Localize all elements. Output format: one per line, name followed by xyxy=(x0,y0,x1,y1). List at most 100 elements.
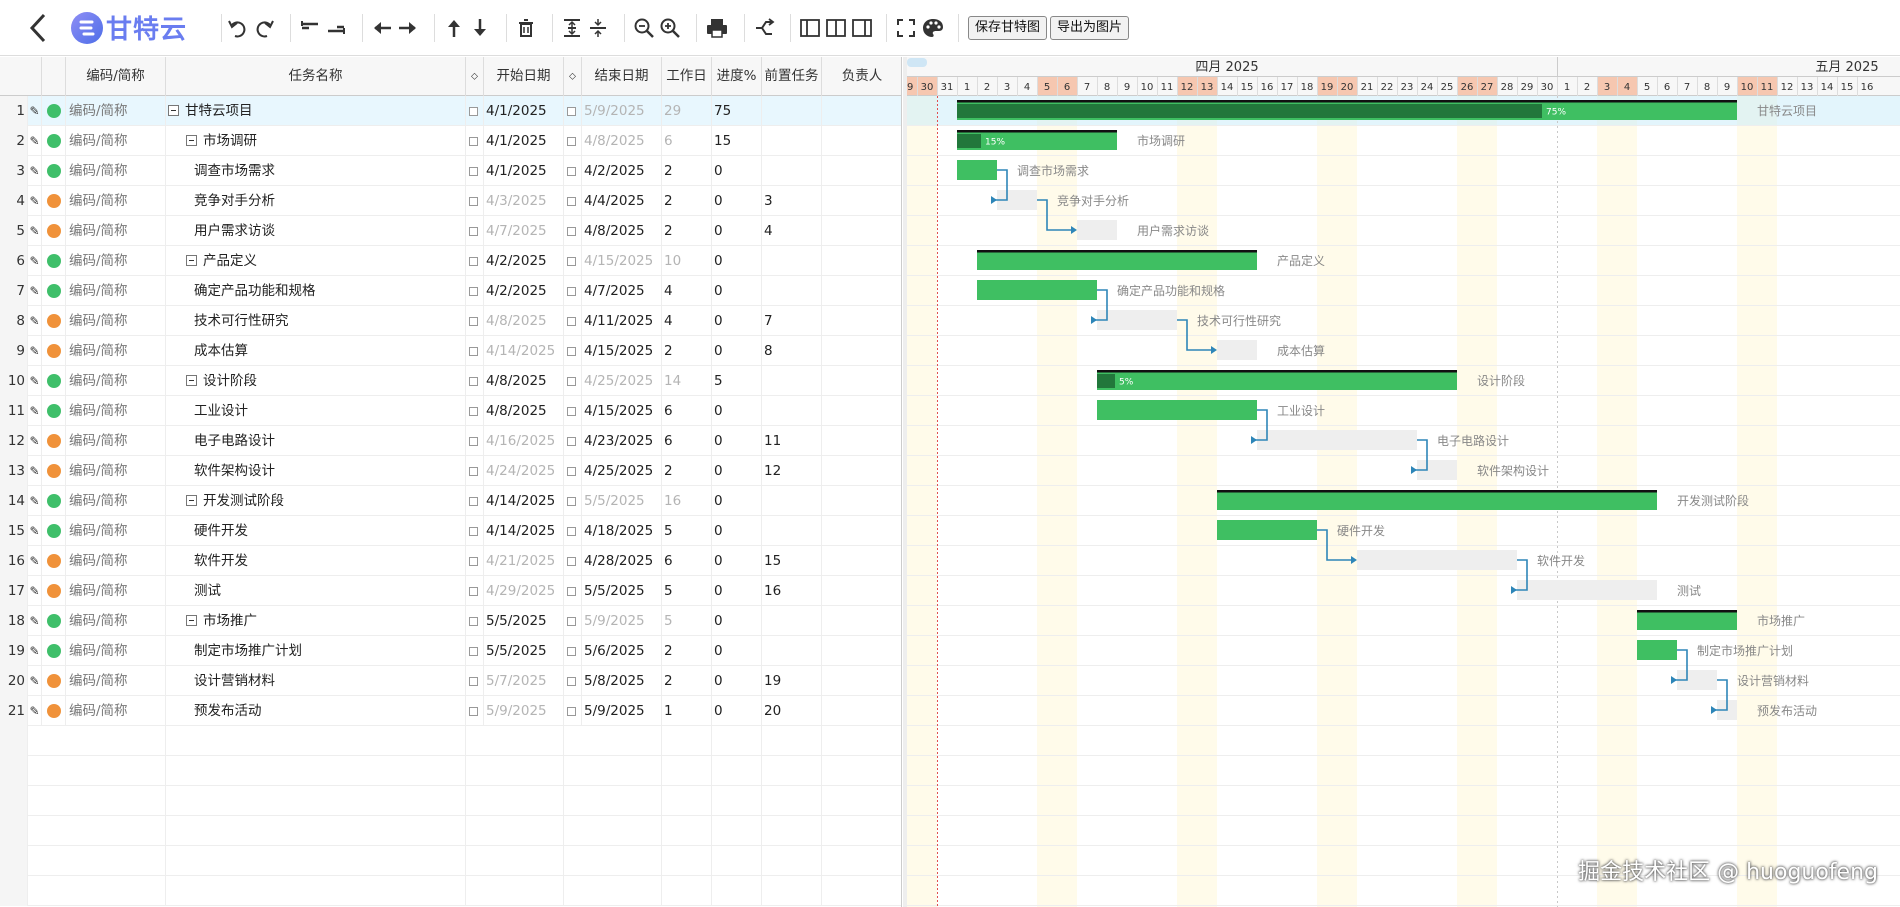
owner-cell[interactable] xyxy=(822,156,901,186)
start-marker-checkbox[interactable] xyxy=(469,467,478,476)
edit-icon[interactable]: ✎ xyxy=(28,516,42,546)
owner-cell[interactable] xyxy=(822,426,901,456)
progress-cell[interactable]: 15 xyxy=(712,126,762,156)
end-date-cell[interactable]: 5/9/2025 xyxy=(582,96,662,126)
table-row[interactable]: 15 ✎ 编码/简称 硬件开发 4/14/2025 4/18/2025 5 0 xyxy=(0,516,901,546)
start-marker-cell[interactable] xyxy=(466,276,484,306)
start-marker-checkbox[interactable] xyxy=(469,227,478,236)
task-bar[interactable] xyxy=(1357,550,1517,570)
progress-cell[interactable]: 0 xyxy=(712,186,762,216)
progress-cell[interactable] xyxy=(712,756,762,786)
workdays-cell[interactable] xyxy=(662,756,712,786)
print-button[interactable] xyxy=(704,14,730,42)
predecessor-cell[interactable] xyxy=(762,276,822,306)
view-both-button[interactable] xyxy=(824,14,848,42)
end-date-cell[interactable] xyxy=(564,846,662,876)
owner-cell[interactable] xyxy=(822,666,901,696)
workdays-cell[interactable]: 2 xyxy=(662,336,712,366)
predecessor-cell[interactable]: 7 xyxy=(762,306,822,336)
task-name-cell[interactable]: 竞争对手分析 xyxy=(166,186,466,216)
end-marker-cell[interactable] xyxy=(564,306,582,336)
table-row[interactable]: 20 ✎ 编码/简称 设计营销材料 5/7/2025 5/8/2025 2 0 19 xyxy=(0,666,901,696)
end-date-cell[interactable]: 5/9/2025 xyxy=(582,606,662,636)
zoom-in-button[interactable] xyxy=(658,14,682,42)
edit-icon[interactable]: ✎ xyxy=(28,246,42,276)
end-date-cell[interactable]: 4/25/2025 xyxy=(582,456,662,486)
task-name-cell[interactable]: 工业设计 xyxy=(166,396,466,426)
owner-cell[interactable] xyxy=(822,456,901,486)
end-date-cell[interactable]: 4/8/2025 xyxy=(582,126,662,156)
end-marker-checkbox[interactable] xyxy=(567,587,576,596)
save-gantt-button[interactable]: 保存甘特图 xyxy=(968,16,1048,40)
task-bar[interactable] xyxy=(1217,340,1257,360)
owner-cell[interactable] xyxy=(822,336,901,366)
owner-cell[interactable] xyxy=(822,216,901,246)
header-start-date[interactable]: 开始日期 xyxy=(484,57,564,96)
workdays-cell[interactable]: 6 xyxy=(662,396,712,426)
workdays-cell[interactable] xyxy=(662,846,712,876)
start-marker-checkbox[interactable] xyxy=(469,677,478,686)
end-marker-cell[interactable] xyxy=(564,96,582,126)
start-date-cell[interactable] xyxy=(466,786,564,816)
edit-icon[interactable]: ✎ xyxy=(28,606,42,636)
workdays-cell[interactable]: 6 xyxy=(662,426,712,456)
end-marker-cell[interactable] xyxy=(564,636,582,666)
start-marker-cell[interactable] xyxy=(466,306,484,336)
start-marker-checkbox[interactable] xyxy=(469,647,478,656)
timeline-scroll-thumb[interactable] xyxy=(907,58,927,67)
progress-cell[interactable]: 0 xyxy=(712,636,762,666)
task-bar[interactable] xyxy=(977,280,1097,300)
code-cell[interactable] xyxy=(66,756,166,786)
header-owner[interactable]: 负责人 xyxy=(822,57,901,96)
end-date-cell[interactable]: 4/18/2025 xyxy=(582,516,662,546)
code-cell[interactable]: 编码/简称 xyxy=(66,606,166,636)
end-marker-cell[interactable] xyxy=(564,186,582,216)
end-marker-cell[interactable] xyxy=(564,156,582,186)
header-start-marker[interactable]: ⬦ xyxy=(466,57,484,96)
code-cell[interactable]: 编码/简称 xyxy=(66,276,166,306)
owner-cell[interactable] xyxy=(822,396,901,426)
export-image-button[interactable]: 导出为图片 xyxy=(1050,16,1130,40)
task-bar[interactable] xyxy=(1077,220,1117,240)
collapse-toggle-icon[interactable] xyxy=(186,495,197,506)
progress-cell[interactable]: 0 xyxy=(712,666,762,696)
collapse-toggle-icon[interactable] xyxy=(186,615,197,626)
edit-icon[interactable]: ✎ xyxy=(28,96,42,126)
predecessor-cell[interactable] xyxy=(762,366,822,396)
task-name-cell[interactable]: 技术可行性研究 xyxy=(166,306,466,336)
end-marker-cell[interactable] xyxy=(564,396,582,426)
table-row[interactable]: 5 ✎ 编码/简称 用户需求访谈 4/7/2025 4/8/2025 2 0 4 xyxy=(0,216,901,246)
fullscreen-button[interactable] xyxy=(894,14,918,42)
task-name-cell[interactable] xyxy=(166,816,466,846)
start-marker-checkbox[interactable] xyxy=(469,437,478,446)
predecessor-cell[interactable] xyxy=(762,846,822,876)
workdays-cell[interactable]: 6 xyxy=(662,546,712,576)
end-marker-cell[interactable] xyxy=(564,216,582,246)
end-date-cell[interactable] xyxy=(564,756,662,786)
end-marker-checkbox[interactable] xyxy=(567,317,576,326)
predecessor-cell[interactable] xyxy=(762,156,822,186)
zoom-out-button[interactable] xyxy=(632,14,656,42)
start-date-cell[interactable] xyxy=(466,846,564,876)
progress-cell[interactable]: 0 xyxy=(712,516,762,546)
table-row[interactable]: 16 ✎ 编码/简称 软件开发 4/21/2025 4/28/2025 6 0 15 xyxy=(0,546,901,576)
task-name-cell[interactable] xyxy=(166,756,466,786)
end-marker-checkbox[interactable] xyxy=(567,197,576,206)
task-name-cell[interactable]: 软件架构设计 xyxy=(166,456,466,486)
start-date-cell[interactable]: 4/1/2025 xyxy=(484,96,564,126)
code-cell[interactable]: 编码/简称 xyxy=(66,366,166,396)
task-name-cell[interactable] xyxy=(166,726,466,756)
predecessor-cell[interactable] xyxy=(762,786,822,816)
progress-cell[interactable]: 5 xyxy=(712,366,762,396)
start-marker-cell[interactable] xyxy=(466,576,484,606)
start-marker-checkbox[interactable] xyxy=(469,317,478,326)
task-name-cell[interactable]: 测试 xyxy=(166,576,466,606)
end-marker-checkbox[interactable] xyxy=(567,557,576,566)
task-name-cell[interactable]: 产品定义 xyxy=(166,246,466,276)
table-row[interactable]: 10 ✎ 编码/简称 设计阶段 4/8/2025 4/25/2025 14 5 xyxy=(0,366,901,396)
task-name-cell[interactable]: 预发布活动 xyxy=(166,696,466,726)
start-marker-cell[interactable] xyxy=(466,606,484,636)
collapse-toggle-icon[interactable] xyxy=(186,375,197,386)
predecessor-cell[interactable] xyxy=(762,396,822,426)
owner-cell[interactable] xyxy=(822,606,901,636)
